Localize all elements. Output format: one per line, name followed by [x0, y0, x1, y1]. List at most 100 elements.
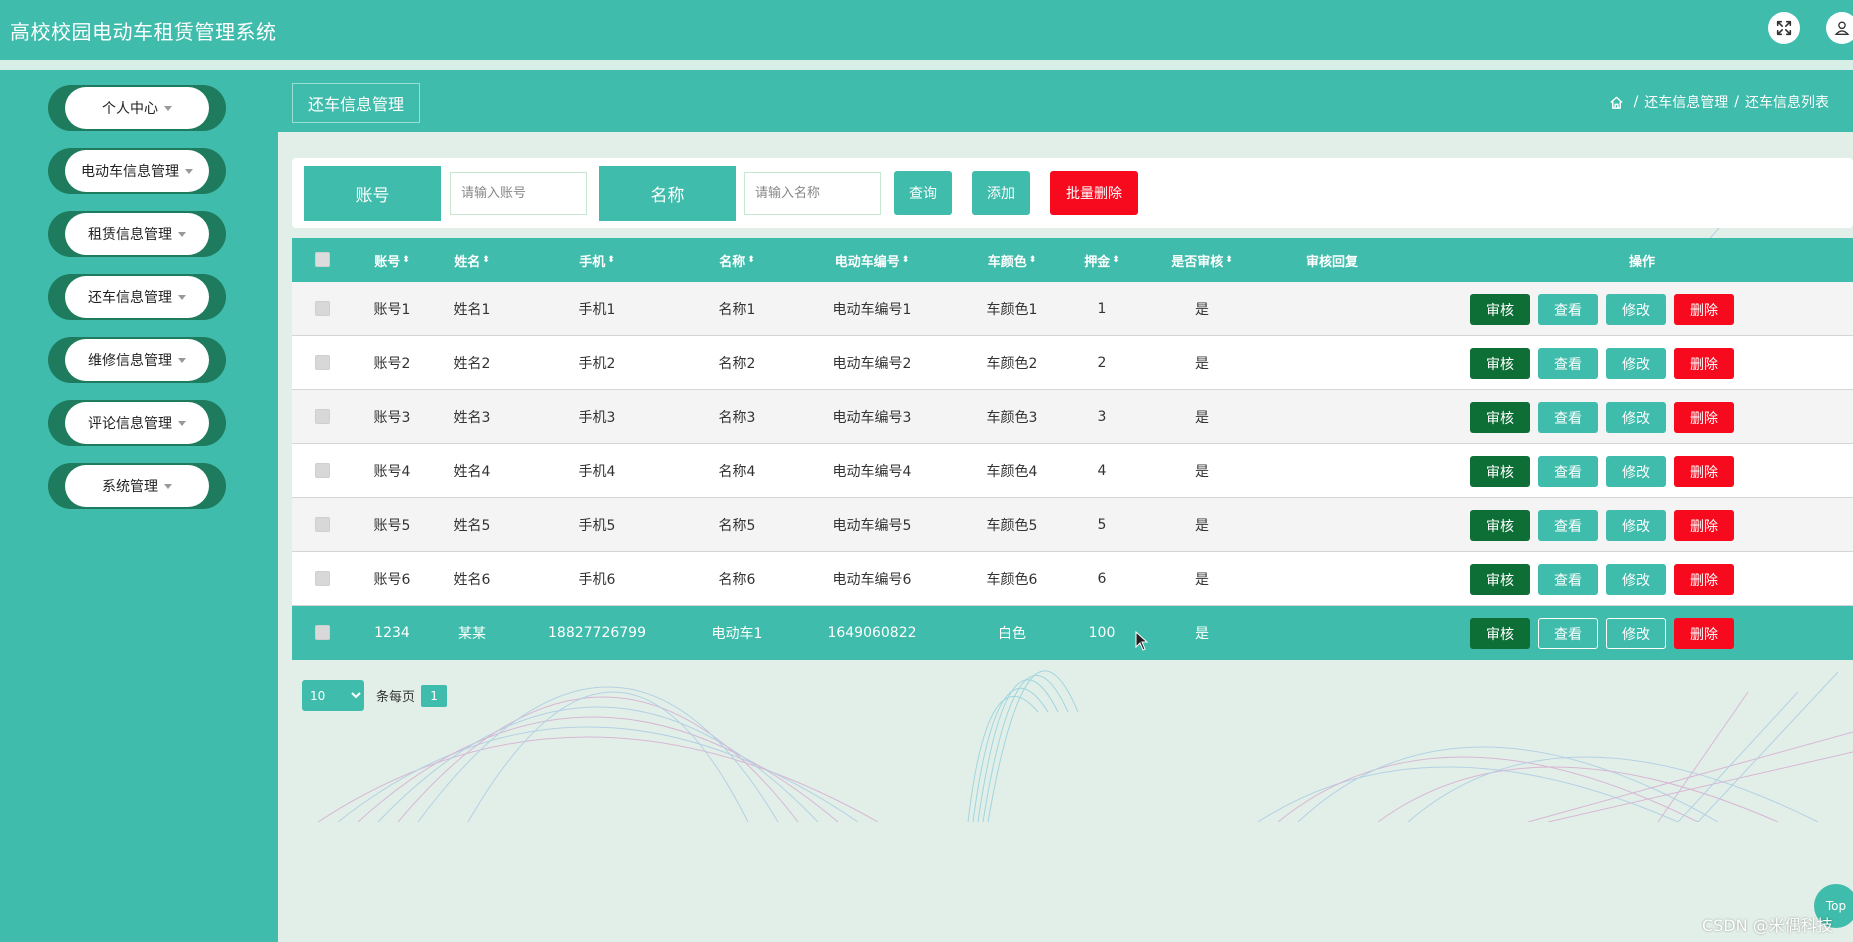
page-header: 还车信息管理 / 还车信息管理 / 还车信息列表 — [278, 70, 1853, 132]
table-row: 账号3 姓名3 手机3 名称3 电动车编号3 车颜色3 3 是 审核 查看 修改… — [292, 390, 1853, 444]
edit-button[interactable]: 修改 — [1606, 348, 1666, 379]
cell-account: 1234 — [374, 625, 410, 641]
cell-reply — [1272, 498, 1392, 552]
sidebar-item-personal-center[interactable]: 个人中心 — [48, 85, 226, 131]
cell-bike-no: 电动车编号2 — [832, 356, 912, 372]
user-button[interactable] — [1826, 12, 1853, 44]
row-checkbox[interactable] — [315, 301, 330, 316]
mouse-cursor-icon — [1135, 631, 1149, 651]
cell-name: 姓名4 — [453, 464, 491, 480]
main-content: 还车信息管理 / 还车信息管理 / 还车信息列表 账号 名称 查询 添加 批量删… — [278, 70, 1853, 942]
view-button[interactable]: 查看 — [1538, 510, 1598, 541]
cell-bike-no: 电动车编号4 — [832, 464, 912, 480]
view-button[interactable]: 查看 — [1538, 564, 1598, 595]
add-button[interactable]: 添加 — [972, 171, 1030, 215]
column-header-deposit[interactable]: 押金 ⬍ — [1072, 238, 1132, 282]
audit-button[interactable]: 审核 — [1470, 402, 1530, 433]
sidebar-item-system[interactable]: 系统管理 — [48, 463, 226, 509]
cell-phone: 手机1 — [578, 302, 616, 318]
home-icon[interactable] — [1609, 95, 1624, 110]
edit-button[interactable]: 修改 — [1606, 564, 1666, 595]
cell-reply — [1272, 552, 1392, 606]
sidebar-item-return-info[interactable]: 还车信息管理 — [48, 274, 226, 320]
view-button[interactable]: 查看 — [1538, 456, 1598, 487]
cell-color: 车颜色4 — [986, 464, 1038, 480]
delete-button[interactable]: 删除 — [1674, 402, 1734, 433]
sidebar-item-label: 还车信息管理 — [88, 290, 172, 306]
column-header-name[interactable]: 姓名 ⬍ — [432, 238, 512, 282]
row-checkbox[interactable] — [315, 517, 330, 532]
cell-name: 姓名3 — [453, 410, 491, 426]
table-row: 账号1 姓名1 手机1 名称1 电动车编号1 车颜色1 1 是 审核 查看 修改… — [292, 282, 1853, 336]
name-search-input[interactable] — [744, 172, 881, 215]
account-search-input[interactable] — [450, 172, 587, 215]
column-header-account[interactable]: 账号 ⬍ — [352, 238, 432, 282]
page-number-current[interactable]: 1 — [421, 684, 448, 707]
delete-button[interactable]: 删除 — [1674, 456, 1734, 487]
row-checkbox[interactable] — [315, 571, 330, 586]
audit-button[interactable]: 审核 — [1470, 348, 1530, 379]
edit-button[interactable]: 修改 — [1606, 618, 1666, 649]
row-checkbox[interactable] — [315, 463, 330, 478]
sidebar: 个人中心 电动车信息管理 租赁信息管理 还车信息管理 维修信息管理 评论信息管理… — [0, 70, 278, 942]
edit-button[interactable]: 修改 — [1606, 456, 1666, 487]
cell-name: 某某 — [458, 626, 486, 642]
delete-button[interactable]: 删除 — [1674, 294, 1734, 325]
sidebar-item-rental-info[interactable]: 租赁信息管理 — [48, 211, 226, 257]
cell-deposit: 1 — [1097, 301, 1107, 317]
view-button[interactable]: 查看 — [1538, 294, 1598, 325]
audit-button[interactable]: 审核 — [1470, 564, 1530, 595]
delete-button[interactable]: 删除 — [1674, 564, 1734, 595]
page-size-select[interactable]: 10 — [302, 680, 364, 711]
fullscreen-button[interactable] — [1768, 12, 1800, 44]
sidebar-item-bike-info[interactable]: 电动车信息管理 — [48, 148, 226, 194]
column-header-phone[interactable]: 手机 ⬍ — [532, 238, 662, 282]
app-title: 高校校园电动车租赁管理系统 — [10, 20, 277, 44]
audit-button[interactable]: 审核 — [1470, 456, 1530, 487]
cell-bike-no: 电动车编号1 — [832, 302, 912, 318]
column-header-bike-no[interactable]: 电动车编号 ⬍ — [802, 238, 942, 282]
view-button[interactable]: 查看 — [1538, 348, 1598, 379]
audit-button[interactable]: 审核 — [1470, 510, 1530, 541]
cell-color: 车颜色1 — [986, 302, 1038, 318]
sort-icon: ⬍ — [901, 254, 910, 265]
cell-audited: 是 — [1195, 626, 1209, 642]
sidebar-item-label: 租赁信息管理 — [88, 227, 172, 243]
top-bar-divider — [0, 60, 1853, 70]
cell-deposit: 4 — [1097, 463, 1107, 479]
row-checkbox[interactable] — [315, 409, 330, 424]
breadcrumb-return-management[interactable]: 还车信息管理 — [1644, 92, 1728, 112]
query-button[interactable]: 查询 — [894, 171, 952, 215]
view-button[interactable]: 查看 — [1538, 402, 1598, 433]
row-checkbox[interactable] — [315, 355, 330, 370]
cell-account: 账号3 — [373, 410, 411, 426]
batch-delete-button[interactable]: 批量删除 — [1050, 171, 1138, 215]
edit-button[interactable]: 修改 — [1606, 510, 1666, 541]
cell-color: 白色 — [998, 626, 1026, 642]
delete-button[interactable]: 删除 — [1674, 510, 1734, 541]
sidebar-item-label: 系统管理 — [102, 479, 158, 495]
cell-account: 账号5 — [373, 518, 411, 534]
delete-button[interactable]: 删除 — [1674, 618, 1734, 649]
column-header-title[interactable]: 名称 ⬍ — [682, 238, 792, 282]
cell-account: 账号4 — [373, 464, 411, 480]
cell-bike-no: 电动车编号3 — [832, 410, 912, 426]
audit-button[interactable]: 审核 — [1470, 618, 1530, 649]
select-all-checkbox[interactable] — [315, 252, 330, 267]
audit-button[interactable]: 审核 — [1470, 294, 1530, 325]
column-header-audited[interactable]: 是否审核 ⬍ — [1142, 238, 1262, 282]
view-button[interactable]: 查看 — [1538, 618, 1598, 649]
column-header-color[interactable]: 车颜色 ⬍ — [962, 238, 1062, 282]
sidebar-item-comment-info[interactable]: 评论信息管理 — [48, 400, 226, 446]
cell-name: 姓名2 — [453, 356, 491, 372]
table-row: 账号6 姓名6 手机6 名称6 电动车编号6 车颜色6 6 是 审核 查看 修改… — [292, 552, 1853, 606]
edit-button[interactable]: 修改 — [1606, 402, 1666, 433]
row-checkbox[interactable] — [315, 625, 330, 640]
watermark: CSDN @米偶科技 — [1702, 916, 1833, 935]
delete-button[interactable]: 删除 — [1674, 348, 1734, 379]
sidebar-item-repair-info[interactable]: 维修信息管理 — [48, 337, 226, 383]
caret-down-icon — [178, 420, 186, 426]
cell-title: 名称2 — [718, 356, 756, 372]
sidebar-item-label: 评论信息管理 — [88, 416, 172, 432]
edit-button[interactable]: 修改 — [1606, 294, 1666, 325]
